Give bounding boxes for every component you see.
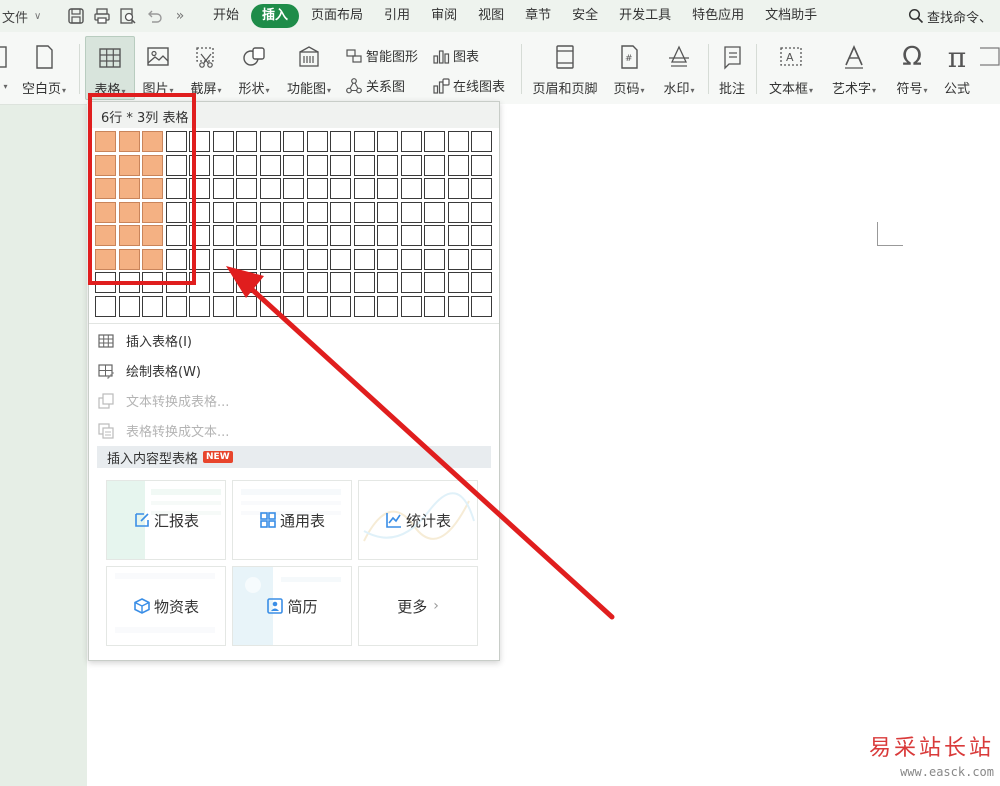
site-watermark: 易采站长站 www.easck.com xyxy=(869,730,994,779)
red-arrow-annotation xyxy=(226,266,615,620)
watermark-url: www.easck.com xyxy=(900,765,994,779)
watermark-title: 易采站长站 xyxy=(868,736,994,761)
